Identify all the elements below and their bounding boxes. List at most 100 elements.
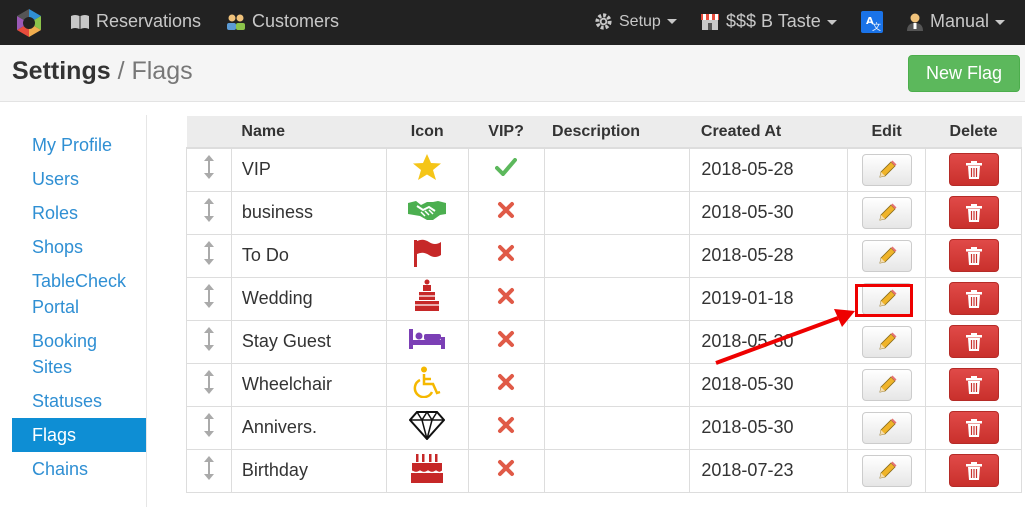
nav-setup-dropdown[interactable]: Setup (594, 0, 677, 45)
sort-handle-icon (203, 155, 215, 184)
top-navbar: Reservations Customers Setup $$$ B Taste… (0, 0, 1025, 45)
header-description: Description (544, 116, 690, 149)
sort-handle-icon (203, 456, 215, 485)
nav-customers[interactable]: Customers (226, 0, 339, 45)
delete-cell (925, 319, 1022, 364)
header-edit: Edit (847, 116, 926, 149)
sort-handle-icon (203, 241, 215, 270)
flag-name: To Do (231, 233, 387, 278)
flag-name: Birthday (231, 448, 387, 493)
flag-description (544, 319, 691, 364)
cross-icon (497, 244, 515, 267)
delete-flag-button[interactable] (948, 411, 999, 444)
header-delete: Delete (925, 116, 1022, 149)
delete-flag-button[interactable] (948, 282, 999, 315)
drag-handle[interactable] (186, 233, 232, 278)
page-title: Settings / Flags (12, 57, 193, 85)
nav-shop-dropdown[interactable]: $$$ B Taste (700, 0, 837, 45)
sidebar-item-flags[interactable]: Flags (12, 418, 146, 452)
drag-handle[interactable] (186, 190, 232, 235)
sort-handle-icon (203, 284, 215, 313)
sidebar-item-shops[interactable]: Shops (12, 230, 146, 264)
flags-table: Name Icon VIP? Description Created At Ed… (186, 116, 1022, 493)
table-row: business 2018-05-30 (186, 190, 1022, 235)
edit-flag-button[interactable] (861, 153, 912, 186)
delete-flag-button[interactable] (948, 325, 999, 358)
sidebar-item-tablecheck-portal[interactable]: TableCheck Portal (12, 264, 146, 324)
edit-cell (847, 319, 927, 364)
delete-cell (925, 276, 1022, 321)
table-row: Birthday 2018-07-23 (186, 448, 1022, 493)
drag-handle[interactable] (186, 276, 232, 321)
handshake-icon (407, 198, 447, 227)
edit-flag-button[interactable] (861, 239, 912, 272)
table-row: Annivers. 2018-05-30 (186, 405, 1022, 450)
delete-cell (925, 448, 1022, 493)
edit-flag-button[interactable] (861, 325, 912, 358)
delete-cell (925, 147, 1022, 192)
nav-user-dropdown[interactable]: Manual (906, 0, 1006, 45)
drag-handle[interactable] (186, 319, 232, 364)
app-logo-icon[interactable] (13, 7, 45, 39)
chevron-down-icon (826, 19, 837, 25)
sidebar-item-roles[interactable]: Roles (12, 196, 146, 230)
cross-icon (497, 201, 515, 224)
flag-icon-cell (386, 319, 469, 364)
nav-reservations[interactable]: Reservations (70, 0, 201, 45)
edit-flag-button[interactable] (861, 368, 912, 401)
sidebar-item-statuses[interactable]: Statuses (12, 384, 146, 418)
chevron-down-icon (995, 19, 1006, 25)
delete-flag-button[interactable] (948, 454, 999, 487)
drag-handle[interactable] (186, 147, 232, 192)
drag-handle[interactable] (186, 362, 232, 407)
vip-cell (468, 319, 545, 364)
edit-flag-button[interactable] (861, 196, 912, 229)
wheelchair-icon (412, 366, 442, 403)
edit-cell (847, 233, 927, 278)
nav-language[interactable]: A文 (861, 0, 889, 45)
vip-cell (468, 276, 545, 321)
gear-icon (595, 13, 612, 30)
header-handle (186, 116, 232, 149)
check-icon (495, 158, 518, 181)
cross-icon (497, 287, 515, 310)
flag-description (544, 276, 691, 321)
book-icon (71, 15, 89, 30)
sidebar-item-booking-sites[interactable]: Booking Sites (12, 324, 146, 384)
vip-cell (468, 233, 545, 278)
edit-flag-button[interactable] (861, 411, 912, 444)
flag-created-at: 2018-05-30 (689, 190, 849, 235)
sidebar-item-users[interactable]: Users (12, 162, 146, 196)
flag-name: Annivers. (231, 405, 387, 450)
delete-flag-button[interactable] (948, 239, 999, 272)
new-flag-button[interactable]: New Flag (908, 55, 1020, 92)
flag-description (544, 233, 691, 278)
table-header-row: Name Icon VIP? Description Created At Ed… (186, 116, 1022, 149)
edit-cell (847, 190, 927, 235)
edit-flag-button[interactable] (861, 282, 912, 315)
store-icon (701, 14, 719, 31)
drag-handle[interactable] (186, 405, 232, 450)
flag-icon (411, 238, 443, 273)
delete-flag-button[interactable] (948, 196, 999, 229)
vip-cell (468, 448, 545, 493)
delete-flag-button[interactable] (948, 368, 999, 401)
flag-name: Wedding (231, 276, 387, 321)
flag-name: VIP (231, 147, 387, 192)
delete-cell (925, 190, 1022, 235)
delete-flag-button[interactable] (948, 153, 999, 187)
sort-handle-icon (203, 198, 215, 227)
edit-flag-button[interactable] (861, 454, 912, 487)
cross-icon (497, 459, 515, 482)
header-name[interactable]: Name (231, 116, 387, 149)
header-created-at[interactable]: Created At (689, 116, 848, 149)
vip-cell (468, 147, 545, 192)
sidebar-item-my-profile[interactable]: My Profile (12, 128, 146, 162)
flag-description (544, 362, 691, 407)
sidebar-item-chains[interactable]: Chains (12, 452, 146, 486)
edit-cell (847, 276, 927, 321)
flag-created-at: 2018-07-23 (689, 448, 849, 493)
flag-name: Wheelchair (231, 362, 387, 407)
flag-name: business (231, 190, 387, 235)
drag-handle[interactable] (186, 448, 232, 493)
